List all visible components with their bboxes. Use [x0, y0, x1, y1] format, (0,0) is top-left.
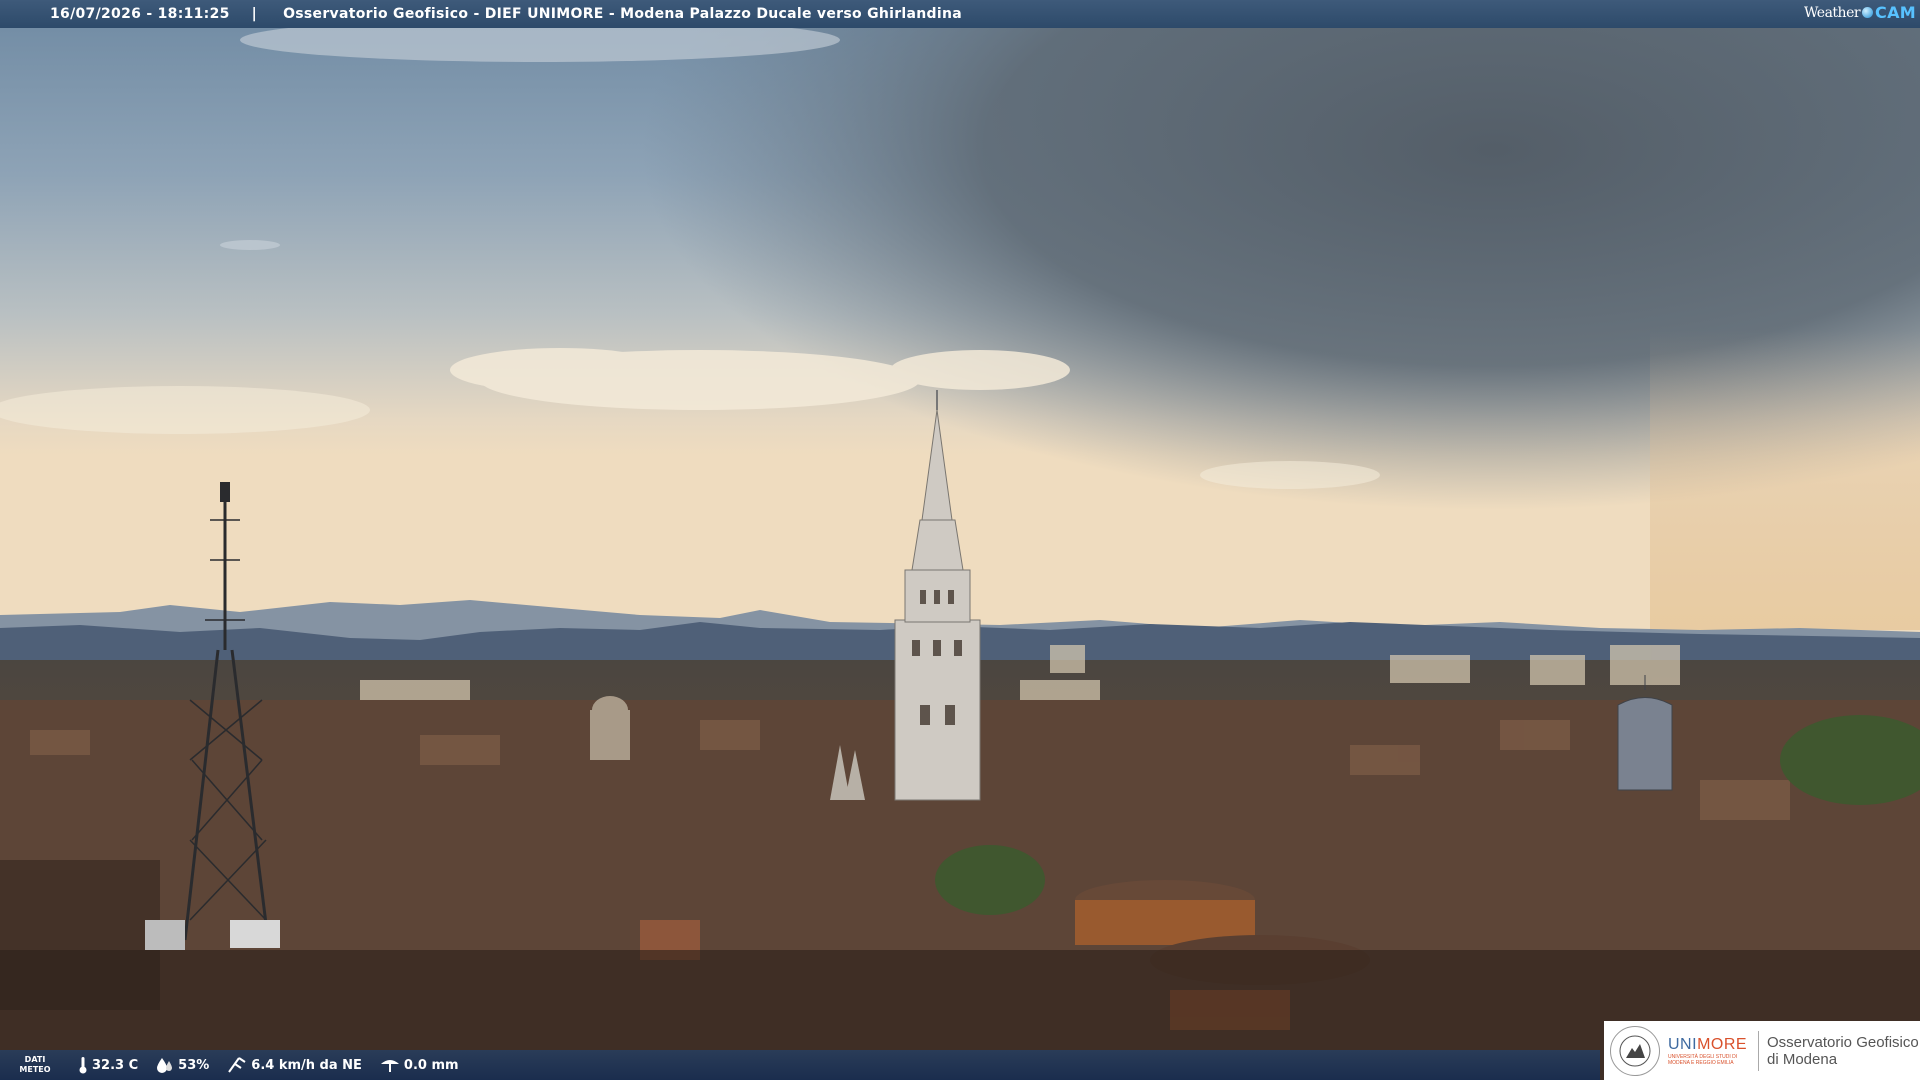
separator: | — [251, 6, 258, 22]
logo-divider — [1758, 1030, 1759, 1071]
humidity-readout: 53% — [156, 1057, 209, 1073]
observatory-name: Osservatorio Geofisico di Modena — [1767, 1033, 1919, 1068]
thermometer-icon — [79, 1057, 87, 1074]
top-info-bar: 16/07/2026 - 18:11:25 | Osservatorio Geo… — [0, 0, 1920, 28]
university-name: UNIMORE — [1668, 1035, 1748, 1053]
unimore-observatory-logo: UNIMORE UNIVERSITÀ DEGLI STUDI DI MODENA… — [1604, 1021, 1920, 1080]
camera-title: Osservatorio Geofisico - DIEF UNIMORE - … — [283, 6, 962, 22]
university-mark: UNIMORE UNIVERSITÀ DEGLI STUDI DI MODENA… — [1668, 1036, 1750, 1066]
rain-readout: 0.0 mm — [380, 1056, 459, 1074]
weathercam-dot-icon — [1862, 7, 1874, 18]
weathercam-logo: Weather CAM — [1804, 3, 1916, 22]
humidity-drop-icon — [157, 1058, 173, 1073]
timestamp: 16/07/2026 - 18:11:25 — [50, 6, 230, 22]
webcam-scene — [0, 0, 1920, 1080]
wind-icon — [228, 1057, 246, 1073]
weather-data-label: DATI METEO — [19, 1055, 51, 1074]
university-name-highlight: MORE — [1697, 1035, 1748, 1053]
wind-readout: 6.4 km/h da NE — [227, 1056, 362, 1074]
weather-data-bar: DATI METEO 32.3 C 53% 6.4 km/h da NE 0.0… — [0, 1050, 1600, 1080]
university-subtitle: UNIVERSITÀ DEGLI STUDI DI MODENA E REGGI… — [1668, 1053, 1738, 1066]
university-seal-icon — [1610, 1025, 1660, 1076]
rain-gauge-icon — [380, 1060, 399, 1072]
temperature-readout: 32.3 C — [78, 1056, 138, 1074]
